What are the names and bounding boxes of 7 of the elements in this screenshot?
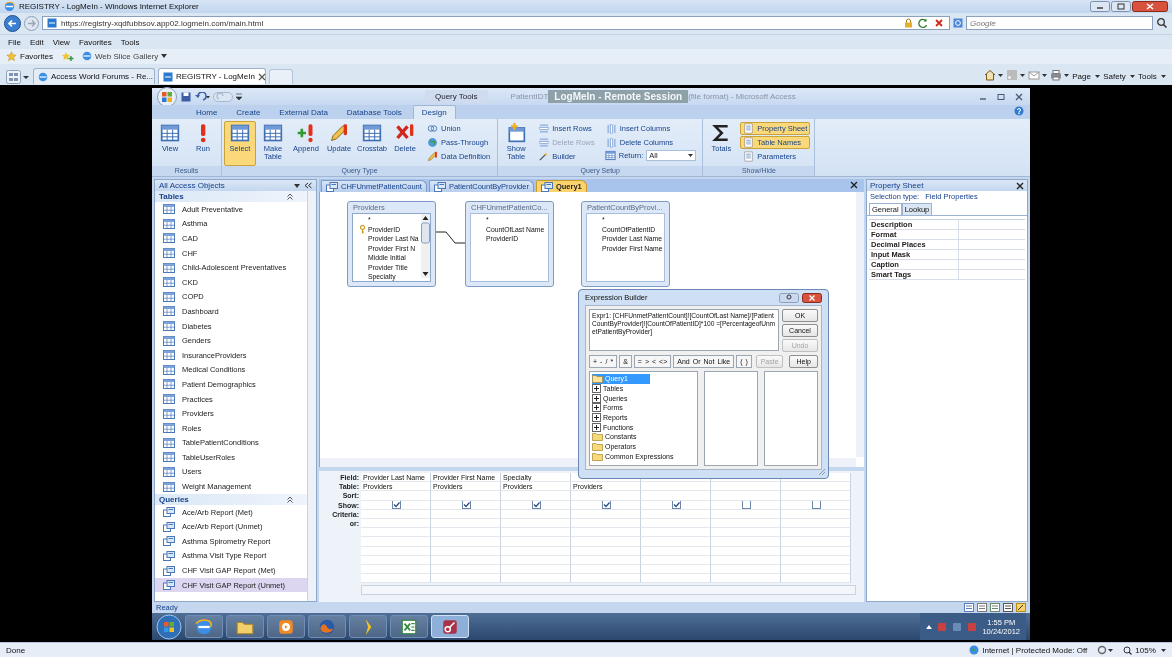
window-title: (file format) - Microsoft Access [688,92,796,101]
panel-title: Property Sheet [870,181,924,190]
window-title: REGISTRY - LogMeIn - Windows Internet Explorer [19,1,199,11]
contextual-tab-label: Query Tools [425,90,488,103]
window-title: PatientIDT [510,92,549,101]
status-text: Done [6,645,26,655]
remote-session-label: LogMeIn - Remote Session [548,90,689,103]
